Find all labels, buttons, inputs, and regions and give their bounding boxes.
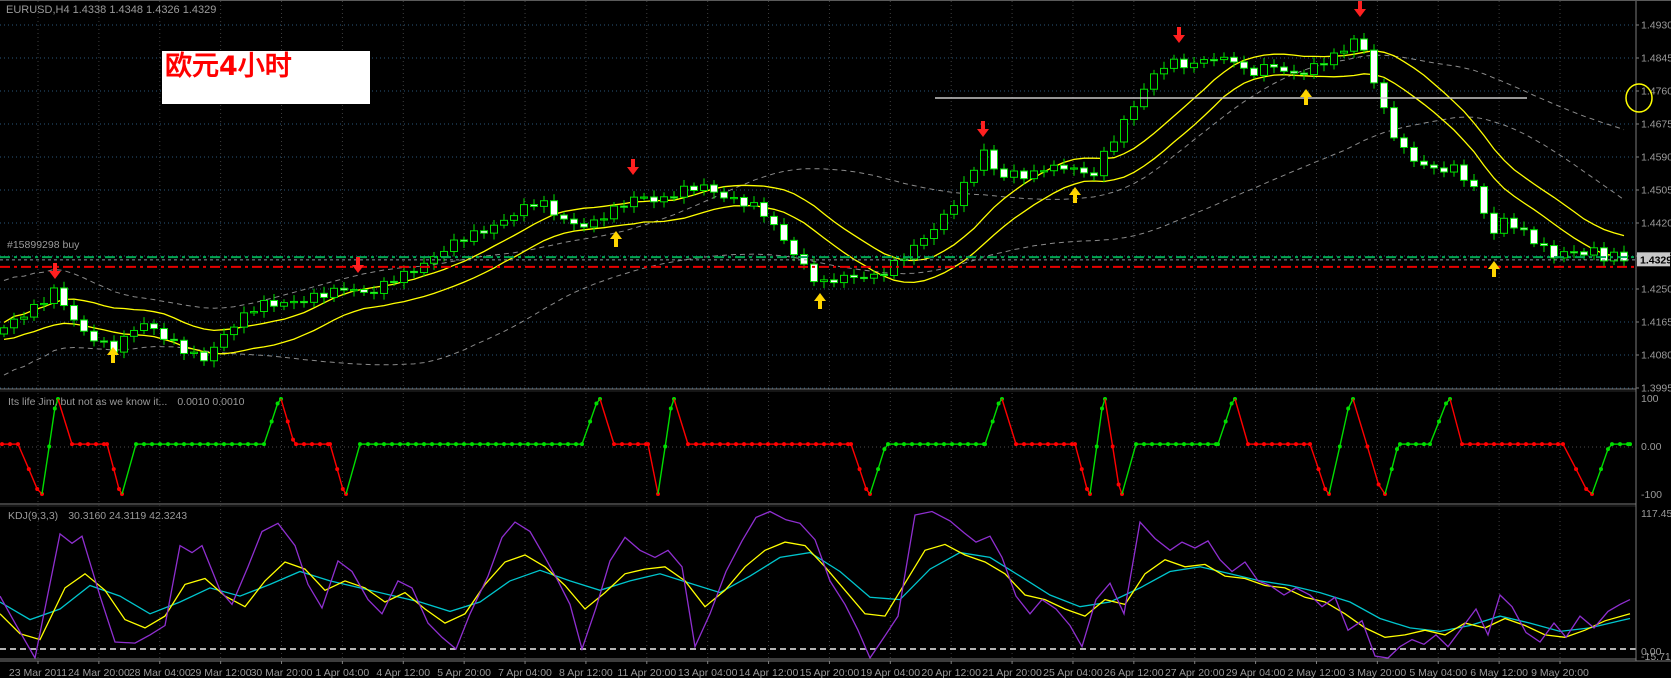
- time-axis-label: 8 Apr 12:00: [559, 667, 613, 678]
- time-axis-label: 27 Apr 20:00: [1165, 667, 1225, 678]
- kdj-values: 30.3160 24.3119 42.3243: [68, 510, 187, 522]
- time-axis-label: 4 Apr 12:00: [376, 667, 430, 678]
- time-axis-label: 25 Apr 04:00: [1043, 667, 1103, 678]
- indicator-axis-label: 0.00: [1641, 441, 1662, 453]
- price-axis-label: 1.4675: [1641, 118, 1671, 130]
- oscillator-panel[interactable]: [0, 392, 1636, 503]
- oscillator-name: Its life Jim, but not as we know it...: [8, 396, 167, 408]
- price-axis-label: 1.4420: [1641, 217, 1671, 229]
- time-axis-label: 7 Apr 04:00: [498, 667, 552, 678]
- time-axis-label: 9 May 20:00: [1531, 667, 1589, 678]
- open-order-label: #15899298 buy: [7, 239, 79, 251]
- time-axis-label: 1 Apr 04:00: [316, 667, 370, 678]
- price-axis[interactable]: [1636, 1, 1671, 661]
- price-axis-label: 1.4590: [1641, 151, 1671, 163]
- time-axis-label: 2 May 12:00: [1288, 667, 1346, 678]
- time-axis-label: 29 Mar 12:00: [190, 667, 252, 678]
- price-axis-label: 1.4930: [1641, 19, 1671, 31]
- time-axis-label: 15 Apr 20:00: [800, 667, 860, 678]
- quote-header: EURUSD,H4 1.4338 1.4348 1.4326 1.4329: [6, 4, 216, 16]
- text-annotation-box[interactable]: 欧元4小时: [162, 51, 370, 104]
- time-axis-label: 5 May 04:00: [1409, 667, 1467, 678]
- time-axis-label: 3 May 20:00: [1348, 667, 1406, 678]
- time-axis-label: 14 Apr 12:00: [739, 667, 799, 678]
- time-axis-label: 29 Apr 04:00: [1226, 667, 1286, 678]
- price-axis-label: 1.4165: [1641, 316, 1671, 328]
- price-axis-label: 1.4505: [1641, 184, 1671, 196]
- time-axis-label: 28 Mar 04:00: [129, 667, 191, 678]
- price-axis-label: 1.4080: [1641, 349, 1671, 361]
- indicator-axis-label: -100: [1641, 489, 1662, 501]
- oscillator-title: Its life Jim, but not as we know it... 0.…: [8, 396, 244, 408]
- annotation-text: 欧元4小时: [165, 52, 370, 81]
- time-axis-label: 11 Apr 20:00: [617, 667, 676, 678]
- indicator-axis-label: 100: [1641, 393, 1659, 405]
- time-axis-label: 24 Mar 20:00: [68, 667, 130, 678]
- time-axis-label: 6 May 12:00: [1470, 667, 1528, 678]
- time-axis-label: 20 Apr 12:00: [921, 667, 981, 678]
- time-axis-label: 5 Apr 20:00: [437, 667, 491, 678]
- time-axis-label: 21 Apr 20:00: [982, 667, 1042, 678]
- time-axis-label: 19 Apr 04:00: [861, 667, 921, 678]
- price-axis-label: 1.4250: [1641, 283, 1671, 295]
- kdj-title: KDJ(9,3,3) 30.3160 24.3119 42.3243: [8, 510, 187, 522]
- indicator-axis-label: 117.45: [1641, 508, 1671, 520]
- time-axis-label: 13 Apr 04:00: [678, 667, 738, 678]
- oscillator-values: 0.0010 0.0010: [177, 396, 244, 408]
- time-axis-label: 30 Mar 20:00: [251, 667, 313, 678]
- price-axis-label: 1.4760: [1641, 85, 1671, 97]
- time-axis-label: 23 Mar 2011: [9, 667, 67, 678]
- trading-terminal-window: 1.4930 1.4845 1.4760 1.4675 1.4590 1.4505 1.44…: [0, 0, 1671, 678]
- current-price-badge-text: 1.4329: [1640, 254, 1671, 266]
- kdj-name: KDJ(9,3,3): [8, 510, 58, 522]
- time-axis-label: 26 Apr 12:00: [1104, 667, 1164, 678]
- price-axis-label: 1.4845: [1641, 52, 1671, 64]
